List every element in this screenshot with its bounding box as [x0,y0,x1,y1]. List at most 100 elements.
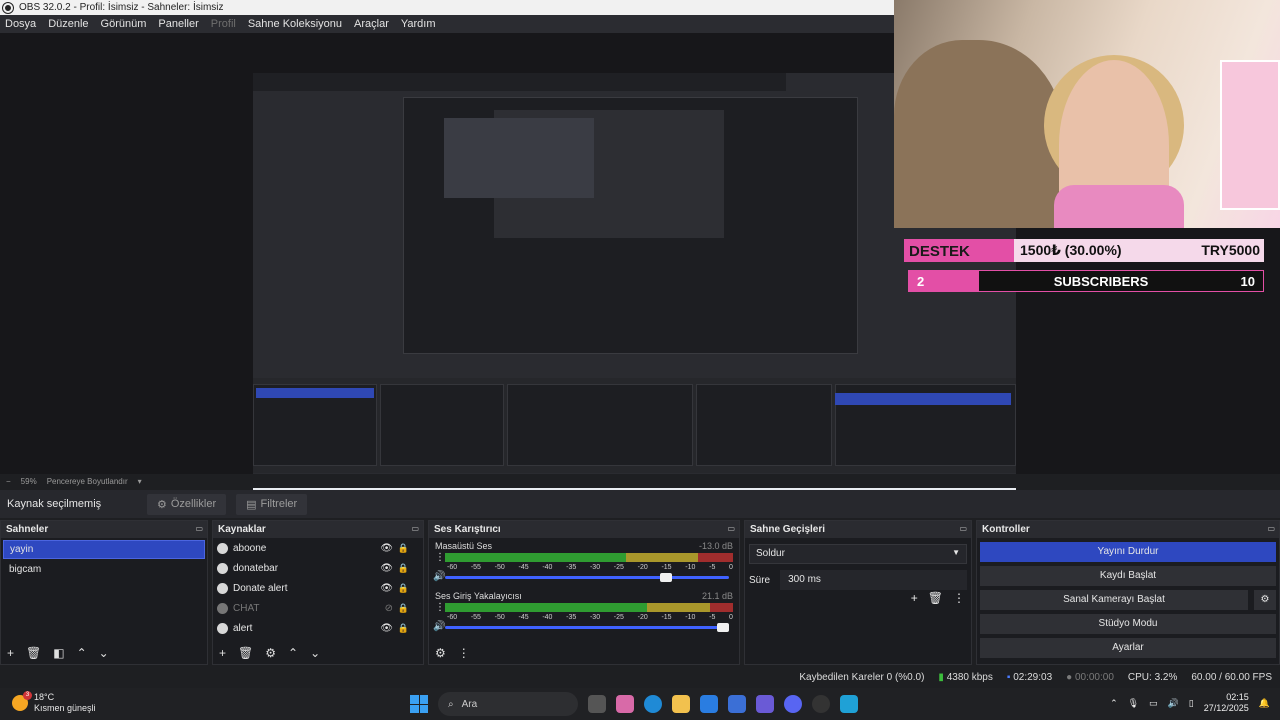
cpu-usage: CPU: 3.2% [1127,672,1178,683]
more-icon[interactable]: ⋮ [435,602,445,613]
source-item-alert[interactable]: alert 👁 🔒 [213,618,423,638]
source-item-chat[interactable]: CHAT ⊘ 🔒 [213,598,423,618]
search-icon: ⌕ [448,698,454,710]
gear-icon[interactable]: ⚙ [1254,590,1276,610]
start-virtual-camera-button[interactable]: Sanal Kamerayı Başlat [980,590,1248,610]
add-icon[interactable]: + [911,591,918,605]
task-view-icon[interactable] [588,695,606,713]
gear-icon[interactable]: ⚙ [265,646,276,660]
trash-icon[interactable]: 🗑 [238,646,253,660]
menu-dosya[interactable]: Dosya [5,18,36,30]
source-item-aboone[interactable]: aboone 👁 🔒 [213,538,423,558]
lock-icon[interactable]: 🔒 [398,583,409,594]
eye-icon[interactable]: 👁 [380,563,393,574]
nested-menubar [253,73,786,91]
windows-start-icon[interactable] [410,695,428,713]
menu-gorunum[interactable]: Görünüm [101,18,147,30]
volume-slider[interactable] [445,623,729,632]
eye-hidden-icon[interactable]: ⊘ [385,603,393,614]
menu-sahne-koleksiyonu[interactable]: Sahne Koleksiyonu [248,18,342,30]
volume-slider[interactable] [445,573,729,582]
lock-icon[interactable]: 🔒 [398,543,409,554]
nested-preview [403,97,858,354]
slider-knob[interactable] [717,623,729,632]
filter-icon[interactable]: ◧ [53,646,64,660]
slider-knob[interactable] [660,573,673,582]
network-icon[interactable]: ▭ [1149,698,1158,709]
obs-icon[interactable] [812,695,830,713]
chevron-down-icon[interactable]: ▾ [138,477,142,486]
speaker-icon[interactable]: 🔊 [433,621,445,632]
gear-icon[interactable]: ⚙ [435,646,446,660]
file-explorer-icon[interactable] [672,695,690,713]
dock-menu-icon[interactable]: ▭ [411,524,419,533]
outlook-icon[interactable] [728,695,746,713]
eye-icon[interactable]: 👁 [380,583,393,594]
taskbar-search[interactable]: ⌕ Ara [438,692,578,716]
donation-goal-bar: DESTEK 1500₺ (30.00%) TRY5000 [904,239,1264,262]
trash-icon[interactable]: 🗑 [928,591,943,605]
zoom-out-button[interactable]: − [6,477,11,486]
add-icon[interactable]: + [7,646,14,660]
studio-mode-button[interactable]: Stüdyo Modu [980,614,1276,634]
nested-stop-button [835,393,1011,405]
zoom-fit-dropdown[interactable]: Pencereye Boyutlandır [47,477,128,486]
volume-icon[interactable]: 🔊 [1168,698,1179,709]
teams-icon[interactable] [756,695,774,713]
controls-title: Kontroller [982,524,1030,535]
discord-icon[interactable] [784,695,802,713]
more-icon[interactable]: ⋮ [953,591,965,605]
microphone-icon[interactable]: 🎙 [1128,698,1139,709]
eye-icon[interactable]: 👁 [380,543,393,554]
gear-icon: ⚙ [157,498,167,511]
chevron-down-icon[interactable]: ⌄ [310,646,320,660]
browser-source-icon [217,582,228,594]
speaker-icon[interactable]: 🔊 [433,571,445,582]
clock[interactable]: 02:15 27/12/2025 [1204,692,1249,714]
duration-input[interactable]: 300 ms [780,570,967,590]
more-icon[interactable]: ⋮ [435,552,445,563]
chevron-down-icon[interactable]: ⌄ [99,646,109,660]
chevron-up-icon[interactable]: ⌃ [77,646,87,660]
copilot-icon[interactable] [616,695,634,713]
chevron-up-icon[interactable]: ⌃ [288,646,298,660]
lock-icon[interactable]: 🔒 [398,623,409,634]
battery-icon[interactable]: ▯ [1189,698,1194,709]
add-icon[interactable]: + [219,646,226,660]
filters-button[interactable]: ▤ Filtreler [236,493,308,515]
edge-icon[interactable] [644,695,662,713]
lock-icon[interactable]: 🔒 [398,563,409,574]
channel-name: Masaüstü Ses [435,541,493,551]
scene-item-yayin[interactable]: yayin [3,540,205,559]
clock-date: 27/12/2025 [1203,703,1249,713]
dock-menu-icon[interactable]: ▭ [727,524,735,533]
windows-taskbar: 3 18°C Kısmen güneşli ⌕ Ara ⌃ 🎙 ▭ 🔊 ▯ 02:… [0,688,1280,720]
more-icon[interactable]: ⋮ [458,646,470,660]
scene-item-bigcam[interactable]: bigcam [3,561,205,580]
weather-widget[interactable]: 3 18°C Kısmen güneşli [12,691,96,714]
menu-araclar[interactable]: Araçlar [354,18,389,30]
source-item-donate-alert[interactable]: Donate alert 👁 🔒 [213,578,423,598]
weather-temp: 18°C [34,692,55,702]
stop-streaming-button[interactable]: Yayını Durdur [980,542,1276,562]
menu-yardim[interactable]: Yardım [401,18,436,30]
transition-value: Soldur [756,548,785,559]
dock-menu-icon[interactable]: ▭ [195,524,203,533]
lock-icon[interactable]: 🔒 [398,603,409,614]
trash-icon[interactable]: 🗑 [26,646,41,660]
eye-icon[interactable]: 👁 [380,623,393,634]
app-icon[interactable] [840,695,858,713]
menu-paneller[interactable]: Paneller [158,18,198,30]
menu-profil[interactable]: Profil [211,18,236,30]
source-item-donatebar[interactable]: donatebar 👁 🔒 [213,558,423,578]
transition-select[interactable]: Soldur ▼ [749,544,967,564]
start-recording-button[interactable]: Kaydı Başlat [980,566,1276,586]
settings-button[interactable]: Ayarlar [980,638,1276,658]
dock-menu-icon[interactable]: ▭ [959,524,967,533]
store-icon[interactable] [700,695,718,713]
dock-menu-icon[interactable]: ▭ [1267,524,1275,533]
properties-button[interactable]: ⚙ Özellikler [147,493,227,515]
notification-bell-icon[interactable]: 🔔 [1259,698,1270,709]
menu-duzenle[interactable]: Düzenle [48,18,88,30]
chevron-up-icon[interactable]: ⌃ [1110,698,1118,709]
